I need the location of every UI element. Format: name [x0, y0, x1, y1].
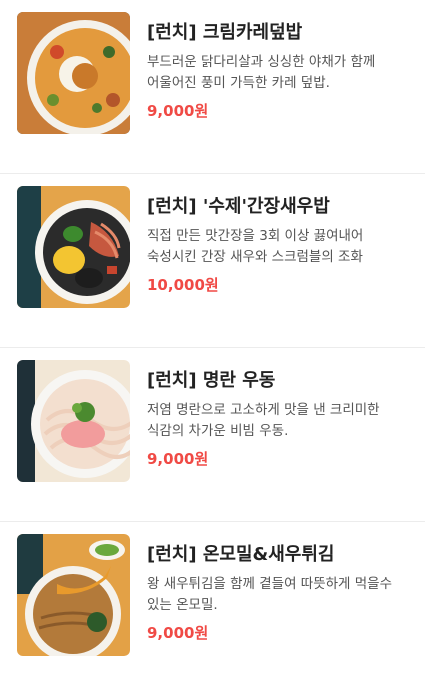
menu-item-description: 저염 명란으로 고소하게 맛을 낸 크리미한 식감의 차가운 비빔 우동.: [147, 402, 380, 439]
menu-item-description: 부드러운 닭다리살과 싱싱한 야채가 함께 어울어진 풍미 가득한 카레 덮밥.: [147, 54, 376, 91]
mentaiko-udon-image[interactable]: [17, 360, 130, 482]
menu-list: [런치] 크림카레덮밥 부드러운 닭다리살과 싱싱한 야채가 함께 어울어진 풍…: [0, 0, 425, 679]
menu-item-info: [런치] 크림카레덮밥 부드러운 닭다리살과 싱싱한 야채가 함께 어울어진 풍…: [147, 12, 408, 122]
menu-item-price: 9,000원: [147, 102, 209, 120]
menu-item-info: [런치] '수제'간장새우밥 직접 만든 맛간장을 3회 이상 끓여내어 숙성시…: [147, 186, 408, 296]
menu-item-price: 9,000원: [147, 624, 209, 642]
menu-item-soy-shrimp[interactable]: [런치] '수제'간장새우밥 직접 만든 맛간장을 3회 이상 끓여내어 숙성시…: [0, 174, 425, 348]
soy-shrimp-rice-image[interactable]: [17, 186, 130, 308]
menu-item-title[interactable]: [런치] 크림카레덮밥: [147, 20, 408, 46]
cream-curry-rice-image[interactable]: [17, 12, 130, 134]
menu-item-title[interactable]: [런치] '수제'간장새우밥: [147, 194, 408, 220]
menu-item-title[interactable]: [런치] 명란 우동: [147, 368, 408, 394]
menu-item-info: [런치] 명란 우동 저염 명란으로 고소하게 맛을 낸 크리미한 식감의 차가…: [147, 360, 408, 470]
menu-item-soba-tempura[interactable]: [런치] 온모밀&새우튀김 왕 새우튀김을 함께 곁들여 따뜻하게 먹을수 있는…: [0, 522, 425, 679]
menu-item-title[interactable]: [런치] 온모밀&새우튀김: [147, 542, 408, 568]
menu-item-description: 직접 만든 맛간장을 3회 이상 끓여내어 숙성시킨 간장 새우와 스크럼블의 …: [147, 228, 364, 265]
menu-item-cream-curry[interactable]: [런치] 크림카레덮밥 부드러운 닭다리살과 싱싱한 야채가 함께 어울어진 풍…: [0, 0, 425, 174]
menu-item-price: 9,000원: [147, 450, 209, 468]
soba-shrimp-tempura-image[interactable]: [17, 534, 130, 656]
menu-item-description: 왕 새우튀김을 함께 곁들여 따뜻하게 먹을수 있는 온모밀.: [147, 576, 393, 613]
menu-item-info: [런치] 온모밀&새우튀김 왕 새우튀김을 함께 곁들여 따뜻하게 먹을수 있는…: [147, 534, 408, 644]
menu-item-mentaiko-udon[interactable]: [런치] 명란 우동 저염 명란으로 고소하게 맛을 낸 크리미한 식감의 차가…: [0, 348, 425, 522]
menu-item-price: 10,000원: [147, 276, 219, 294]
